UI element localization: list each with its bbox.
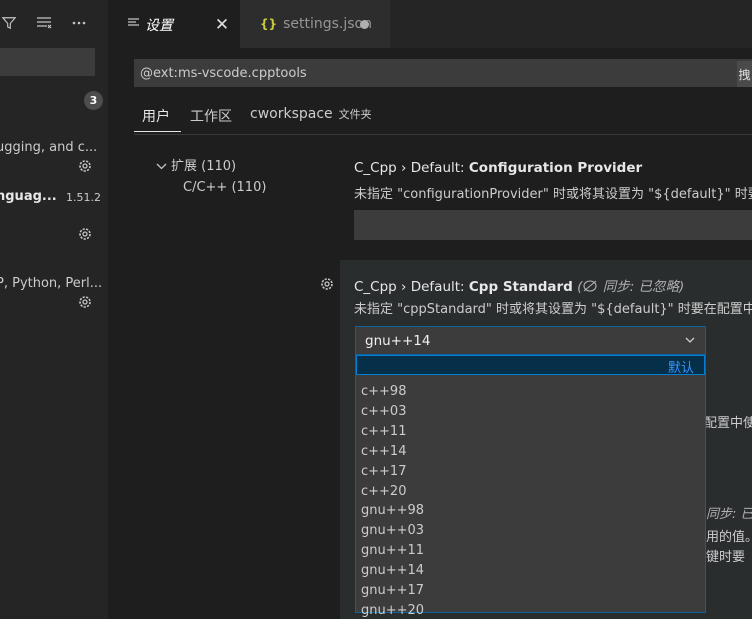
settings-search-input[interactable]: @ext:ms-vscode.cpptools [134, 59, 752, 87]
setting-gear-icon[interactable] [319, 276, 335, 292]
extension-description[interactable]: ugging, and c... [0, 140, 97, 155]
toc-cpp[interactable]: C/C++ (110) [183, 180, 266, 195]
settings-editor-icon [128, 17, 139, 32]
manage-gear-icon[interactable] [77, 158, 93, 174]
setting-name: Configuration Provider [468, 160, 643, 176]
setting-name: Cpp Standard [468, 279, 573, 295]
setting-title-fragment: 同步: 已 [706, 507, 752, 522]
json-braces-icon: {} [260, 17, 278, 31]
chevron-down-icon [685, 337, 695, 343]
dropdown-option[interactable]: gnu++14 [361, 561, 424, 581]
dropdown-option[interactable]: c++03 [361, 402, 406, 422]
tab-workspace-scope[interactable]: 工作区 [190, 106, 232, 130]
cpp-standard-select[interactable]: gnu++14 [355, 326, 706, 355]
tab-settings-json[interactable]: {} settings.json [240, 0, 390, 48]
filter-icon[interactable] [0, 12, 18, 34]
folder-name: cworkspace [250, 106, 333, 122]
setting-description-fragment: 用的值。 [706, 530, 752, 545]
editor-tab-bar: 设置 ✕ {} settings.json [108, 0, 752, 48]
setting-description-fragment: 配置中使 [704, 416, 752, 431]
extensions-sidebar: 3 ugging, and c... nguag... 1.51.2 P, Py… [0, 0, 108, 619]
extensions-search-input[interactable] [0, 48, 95, 76]
more-actions-icon[interactable] [70, 12, 88, 34]
tab-label: 设置 [145, 17, 173, 34]
manage-gear-icon[interactable] [77, 226, 93, 242]
unsaved-dot-icon[interactable] [360, 20, 369, 29]
dropdown-option-default[interactable]: 默认 [356, 355, 705, 376]
dropdown-option[interactable]: gnu++03 [361, 521, 424, 541]
dropdown-option[interactable]: c++11 [361, 422, 406, 442]
extension-version: 1.51.2 [66, 191, 101, 204]
dropdown-option[interactable]: gnu++11 [361, 541, 424, 561]
dropdown-option[interactable]: gnu++17 [361, 581, 424, 601]
tab-folder-scope[interactable]: cworkspace 文件夹 [250, 106, 372, 130]
close-icon[interactable]: ✕ [212, 15, 232, 35]
search-action-button[interactable]: 拽 [737, 61, 752, 87]
extension-name[interactable]: nguag... [0, 189, 57, 204]
tab-user-scope[interactable]: 用户 [142, 106, 170, 130]
toc-label: 扩展 (110) [171, 159, 237, 174]
select-value: gnu++14 [365, 332, 431, 349]
setting-category: C_Cpp › Default: [354, 279, 469, 295]
active-scope-indicator [134, 131, 181, 132]
dropdown-option[interactable]: gnu++98 [361, 501, 424, 521]
dropdown-option[interactable]: c++20 [361, 482, 406, 502]
chevron-down-icon [156, 159, 167, 174]
sync-ignored-icon [583, 280, 597, 292]
count-badge: 3 [84, 91, 103, 110]
manage-gear-icon[interactable] [77, 294, 93, 310]
setting-description: 未指定 "cppStandard" 时或将其设置为 "${default}" 时… [354, 302, 752, 317]
tab-label: settings.json [283, 16, 372, 32]
setting-description-fragment: 键时要 [706, 550, 746, 565]
dropdown-option[interactable]: gnu++20 [361, 601, 424, 619]
extension-description[interactable]: P, Python, Perl... [0, 276, 102, 291]
cpp-standard-dropdown: 默认 c++98 c++03 c++11 c++14 c++17 c++20 gnu++98… [355, 355, 706, 618]
sync-ignored-note: ( 同步: 已忽略) [577, 279, 685, 295]
default-label: 默认 [667, 361, 694, 376]
setting-title-configuration-provider: C_Cpp › Default: Configuration Provider [354, 160, 642, 176]
setting-description: 未指定 "configurationProvider" 时或将其设置为 "${d… [354, 187, 752, 202]
dropdown-option[interactable]: c++98 [361, 382, 406, 402]
dropdown-option[interactable]: c++17 [361, 462, 406, 482]
dropdown-option[interactable]: c++14 [361, 442, 406, 462]
setting-category: C_Cpp › Default: [354, 160, 469, 176]
toc-extensions[interactable]: 扩展 (110) [156, 155, 236, 174]
tab-settings[interactable]: 设置 ✕ [108, 0, 240, 48]
setting-title-cpp-standard: C_Cpp › Default: Cpp Standard ( 同步: 已忽略) [354, 275, 684, 295]
clear-extensions-icon[interactable] [35, 12, 53, 34]
configuration-provider-input[interactable] [354, 210, 752, 240]
divider [134, 134, 752, 135]
folder-suffix: 文件夹 [338, 108, 372, 121]
settings-editor: @ext:ms-vscode.cpptools 用户 工作区 cworkspac… [108, 48, 752, 619]
